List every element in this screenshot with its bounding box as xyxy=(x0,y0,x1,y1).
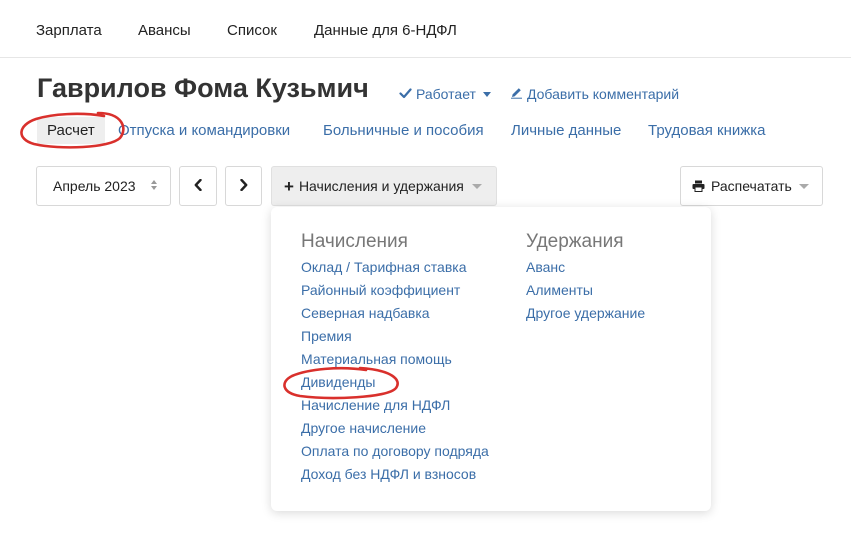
chevron-down-icon xyxy=(472,184,482,189)
spinner-arrows-icon xyxy=(151,180,157,190)
menu-item-regional-coefficient[interactable]: Районный коэффициент xyxy=(301,279,489,302)
deductions-heading: Удержания xyxy=(526,231,624,252)
topnav-item-list[interactable]: Список xyxy=(227,22,277,39)
accruals-column: Начисления Оклад / Тарифная ставка Район… xyxy=(301,231,489,486)
accruals-deductions-menu: Начисления Оклад / Тарифная ставка Район… xyxy=(271,207,711,511)
topnav-item-advances[interactable]: Авансы xyxy=(138,22,191,39)
chevron-right-icon xyxy=(239,178,248,194)
tab-calculation[interactable]: Расчет xyxy=(37,117,105,144)
plus-icon: + xyxy=(284,176,294,196)
menu-item-contract-payment[interactable]: Оплата по договору подряда xyxy=(301,440,489,463)
menu-item-financial-aid[interactable]: Материальная помощь xyxy=(301,348,489,371)
menu-item-alimony[interactable]: Алименты xyxy=(526,279,645,302)
print-button[interactable]: Распечатать xyxy=(680,166,823,206)
status-dropdown[interactable]: Работает xyxy=(399,86,491,102)
pencil-icon xyxy=(510,86,523,102)
accruals-deductions-button[interactable]: + Начисления и удержания xyxy=(271,166,497,206)
menu-item-salary-rate[interactable]: Оклад / Тарифная ставка xyxy=(301,256,489,279)
menu-item-northern-allowance[interactable]: Северная надбавка xyxy=(301,302,489,325)
chevron-down-icon xyxy=(482,91,491,97)
menu-item-other-accrual[interactable]: Другое начисление xyxy=(301,417,489,440)
add-comment-link[interactable]: Добавить комментарий xyxy=(510,86,679,102)
status-label: Работает xyxy=(416,86,476,102)
topnav-item-salary[interactable]: Зарплата xyxy=(36,22,102,39)
menu-item-other-deduction[interactable]: Другое удержание xyxy=(526,302,645,325)
chevron-left-icon xyxy=(194,178,202,194)
menu-item-income-no-ndfl[interactable]: Доход без НДФЛ и взносов xyxy=(301,463,489,486)
month-value: Апрель 2023 xyxy=(53,178,136,194)
tab-vacations-trips[interactable]: Отпуска и командировки xyxy=(118,122,290,139)
chevron-down-icon xyxy=(799,184,809,189)
print-label: Распечатать xyxy=(711,178,792,194)
month-select[interactable]: Апрель 2023 xyxy=(36,166,171,206)
accruals-heading: Начисления xyxy=(301,231,408,252)
tab-employment-record[interactable]: Трудовая книжка xyxy=(648,122,766,139)
menu-item-advance[interactable]: Аванс xyxy=(526,256,645,279)
tab-personal-data[interactable]: Личные данные xyxy=(511,122,621,139)
checkmark-icon xyxy=(399,86,412,102)
next-month-button[interactable] xyxy=(225,166,262,206)
topnav-item-6ndfl[interactable]: Данные для 6-НДФЛ xyxy=(314,22,457,39)
menu-item-ndfl-accrual[interactable]: Начисление для НДФЛ xyxy=(301,394,489,417)
add-comment-label: Добавить комментарий xyxy=(527,86,680,102)
menu-item-bonus[interactable]: Премия xyxy=(301,325,489,348)
employee-name: Гаврилов Фома Кузьмич xyxy=(37,73,369,103)
previous-month-button[interactable] xyxy=(179,166,217,206)
printer-icon xyxy=(692,180,705,192)
deductions-column: Удержания Аванс Алименты Другое удержани… xyxy=(526,231,645,325)
top-navigation: Зарплата Авансы Список Данные для 6-НДФЛ xyxy=(0,0,851,58)
accruals-deductions-label: Начисления и удержания xyxy=(298,178,464,194)
tab-sick-leave-benefits[interactable]: Больничные и пособия xyxy=(323,122,484,139)
menu-item-dividends[interactable]: Дивиденды xyxy=(301,371,489,394)
